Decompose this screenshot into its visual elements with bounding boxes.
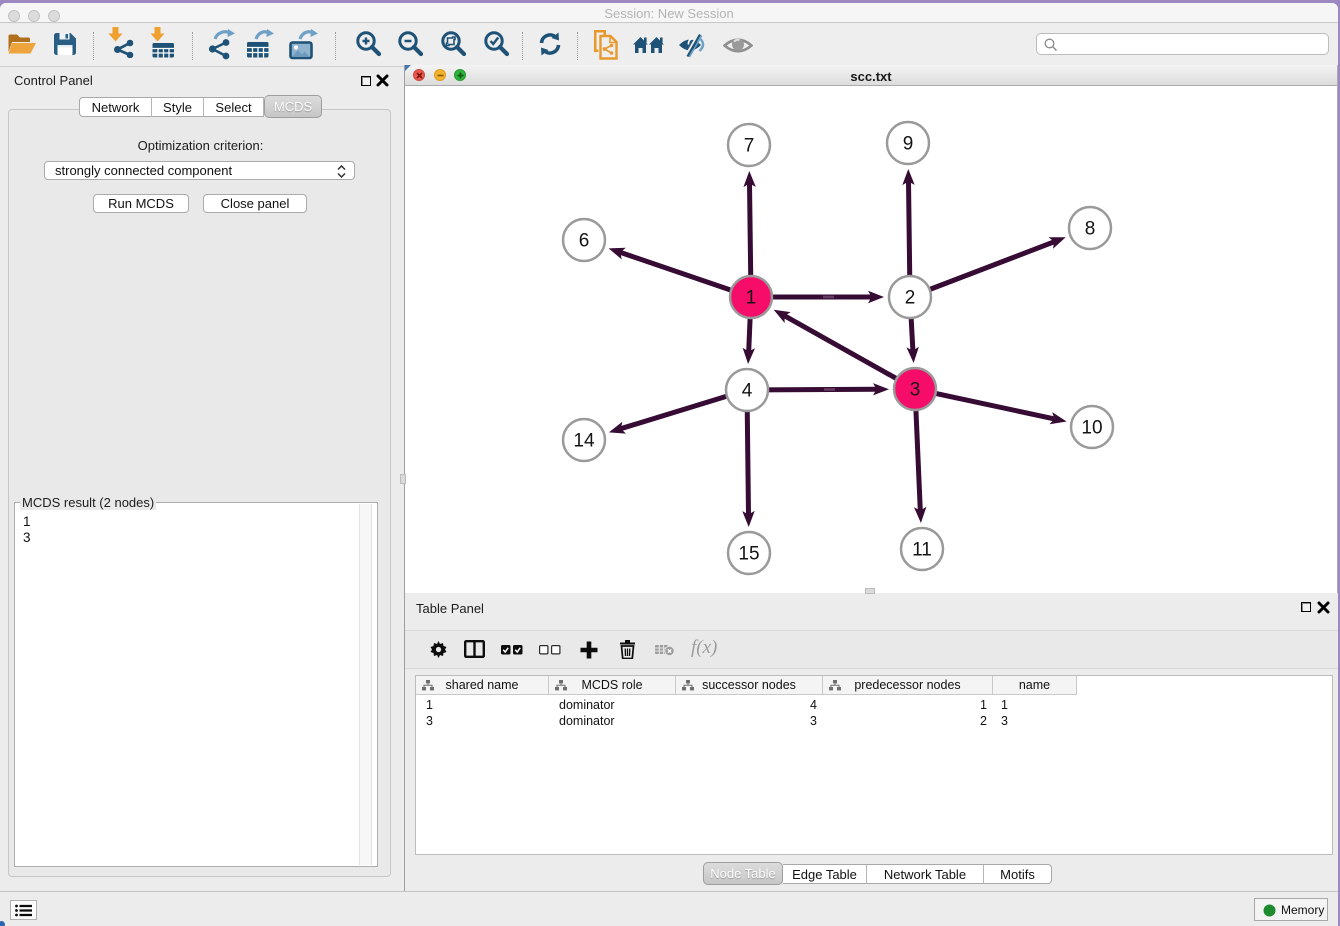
svg-text:8: 8 — [1085, 219, 1096, 240]
svg-text:4: 4 — [742, 381, 753, 402]
svg-text:11: 11 — [912, 540, 932, 561]
svg-text:15: 15 — [738, 544, 759, 565]
svg-text:2: 2 — [905, 288, 916, 309]
svg-text:1: 1 — [746, 288, 757, 309]
svg-text:7: 7 — [744, 136, 755, 157]
svg-text:3: 3 — [910, 380, 921, 401]
svg-text:9: 9 — [903, 134, 914, 155]
svg-text:10: 10 — [1081, 418, 1102, 439]
svg-text:14: 14 — [573, 431, 595, 452]
svg-text:6: 6 — [579, 231, 590, 252]
